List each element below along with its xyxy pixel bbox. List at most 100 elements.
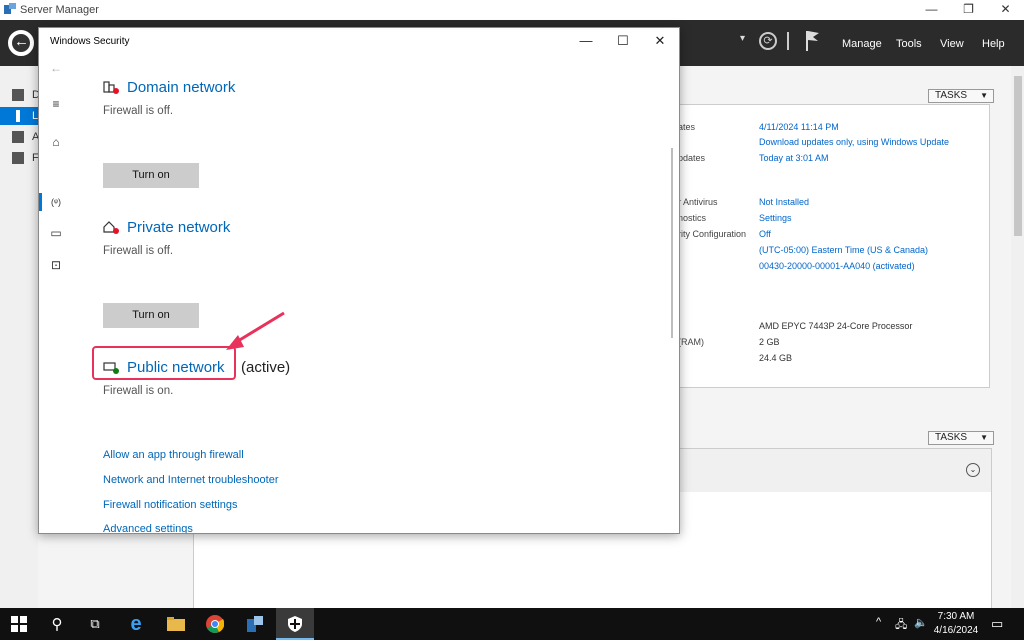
internet-explorer-icon: e (130, 612, 142, 635)
show-hidden-icons-icon[interactable]: ^ (876, 616, 881, 628)
dashboard-icon (12, 89, 24, 101)
header-separator (787, 32, 789, 50)
back-arrow-icon: ← (14, 33, 29, 50)
chrome-taskbar-button[interactable] (196, 608, 234, 640)
file-storage-icon (12, 152, 24, 164)
property-label: rity Configuration (678, 229, 747, 239)
domain-firewall-status: Firewall is off. (103, 105, 174, 117)
caret-down-icon: ▼ (980, 433, 988, 442)
server-manager-titlebar: Server Manager — ❐ ✕ (0, 0, 1024, 20)
refresh-dropdown-icon[interactable]: ▾ (740, 33, 745, 44)
folder-icon (167, 617, 185, 631)
task-view-button[interactable]: ⧉ (76, 608, 114, 640)
ws-scrollbar[interactable] (671, 148, 673, 338)
minimize-button[interactable]: — (913, 0, 950, 20)
active-indicator (39, 193, 42, 211)
windows-security-titlebar: Windows Security — ☐ ✕ (39, 28, 679, 56)
home-icon[interactable]: ⌂ (45, 133, 67, 151)
windows-security-window: Windows Security — ☐ ✕ ← ≡ ⌂ (ᵠ) ▭ ⊡ ⚙ D… (38, 27, 680, 534)
annotation-highlight-box (92, 346, 236, 380)
windows-security-title: Windows Security (50, 36, 130, 47)
property-value-link[interactable]: Not Installed (759, 197, 809, 207)
start-button[interactable] (0, 608, 38, 640)
troubleshooter-link[interactable]: Network and Internet troubleshooter (103, 474, 279, 486)
firewall-network-icon[interactable]: (ᵠ) (45, 193, 67, 211)
search-icon: ⚲ (51, 616, 63, 633)
property-value-link[interactable]: 00430-20000-00001-AA040 (activated) (759, 261, 915, 271)
private-network-link[interactable]: Private network (127, 219, 230, 236)
menu-manage[interactable]: Manage (842, 38, 882, 50)
restore-button[interactable]: ❐ (950, 0, 987, 20)
property-value-link[interactable]: Today at 3:01 AM (759, 153, 829, 163)
nav-item-dashboard[interactable]: D (0, 86, 40, 104)
private-turn-on-button[interactable]: Turn on (103, 303, 199, 328)
expand-chevron-icon[interactable]: ⌄ (966, 463, 980, 477)
domain-turn-on-button[interactable]: Turn on (103, 163, 199, 188)
menu-help[interactable]: Help (982, 38, 1005, 50)
properties-tasks-button[interactable]: TASKS ▼ (928, 89, 994, 103)
domain-network-link[interactable]: Domain network (127, 79, 235, 96)
ws-minimize-button[interactable]: — (571, 32, 601, 52)
property-label: r Antivirus (678, 197, 718, 207)
file-explorer-taskbar-button[interactable] (157, 608, 195, 640)
settings-gear-icon[interactable]: ⚙ (45, 529, 67, 533)
app-browser-control-icon[interactable]: ▭ (45, 224, 67, 242)
events-header: ⌄ (678, 448, 992, 494)
hamburger-menu-icon[interactable]: ≡ (45, 95, 67, 113)
property-value-link[interactable]: 4/11/2024 11:14 PM (759, 122, 839, 132)
refresh-icon[interactable]: ⟳ (759, 32, 777, 50)
clock-time: 7:30 AM (937, 611, 975, 622)
volume-muted-icon[interactable]: 🔈 (914, 616, 928, 629)
back-arrow-button[interactable]: ← (8, 30, 34, 56)
server-manager-icon (247, 616, 263, 632)
ws-close-button[interactable]: ✕ (645, 32, 675, 52)
task-view-icon: ⧉ (90, 616, 100, 631)
server-manager-nav: D L A F (0, 66, 40, 608)
tasks-label: TASKS (935, 432, 968, 443)
ws-navigation-rail: ← ≡ ⌂ (ᵠ) ▭ ⊡ ⚙ (39, 56, 75, 533)
menu-tools[interactable]: Tools (896, 38, 922, 50)
public-firewall-status: Firewall is on. (103, 385, 174, 397)
menu-view[interactable]: View (940, 38, 964, 50)
clock-date: 4/16/2024 (933, 625, 979, 636)
active-label: (active) (241, 359, 291, 376)
windows-logo-icon (11, 616, 27, 632)
action-center-icon[interactable]: ▭ (991, 616, 1003, 632)
chrome-icon (206, 615, 224, 633)
server-manager-scrollbar[interactable] (1011, 66, 1024, 608)
back-icon[interactable]: ← (45, 59, 67, 77)
taskbar: ⚲ ⧉ e ^ 🖧 🔈 7:30 AM 4/16/2024 ▭ (0, 608, 1024, 640)
property-label: ates (678, 122, 696, 132)
tasks-label: TASKS (935, 90, 968, 101)
advanced-settings-link[interactable]: Advanced settings (103, 523, 193, 533)
allow-app-link[interactable]: Allow an app through firewall (103, 449, 244, 461)
nav-item-file-storage[interactable]: F (0, 149, 39, 167)
local-server-icon (16, 110, 20, 122)
domain-network-icon (103, 81, 119, 94)
notifications-flag-icon[interactable] (804, 30, 820, 52)
property-value-link[interactable]: Off (759, 229, 771, 239)
notification-settings-link[interactable]: Firewall notification settings (103, 499, 238, 511)
property-label: (RAM) (678, 337, 704, 347)
scrollbar-thumb[interactable] (1014, 76, 1022, 236)
property-value-link[interactable]: (UTC-05:00) Eastern Time (US & Canada) (759, 245, 928, 255)
private-network-icon (103, 221, 119, 234)
property-value: 2 GB (759, 337, 780, 347)
server-manager-app-icon (4, 3, 16, 14)
property-value-link[interactable]: Download updates only, using Windows Upd… (759, 137, 949, 147)
nav-item-all-servers[interactable]: A (0, 128, 39, 146)
network-icon[interactable]: 🖧 (895, 616, 907, 635)
events-tasks-button[interactable]: TASKS ▼ (928, 431, 994, 445)
server-manager-taskbar-button[interactable] (236, 608, 274, 640)
ws-maximize-button[interactable]: ☐ (608, 32, 638, 52)
property-value-link[interactable]: Settings (759, 213, 792, 223)
edge-taskbar-button[interactable]: e (117, 608, 155, 640)
device-security-icon[interactable]: ⊡ (45, 256, 67, 274)
property-label: pdates (678, 153, 706, 163)
search-button[interactable]: ⚲ (38, 608, 76, 640)
nav-item-local-server[interactable]: L (0, 107, 38, 125)
windows-security-taskbar-button[interactable] (276, 608, 314, 640)
close-button[interactable]: ✕ (987, 0, 1024, 20)
taskbar-clock[interactable]: 7:30 AM 4/16/2024 (930, 610, 982, 638)
property-value: 24.4 GB (759, 353, 793, 363)
